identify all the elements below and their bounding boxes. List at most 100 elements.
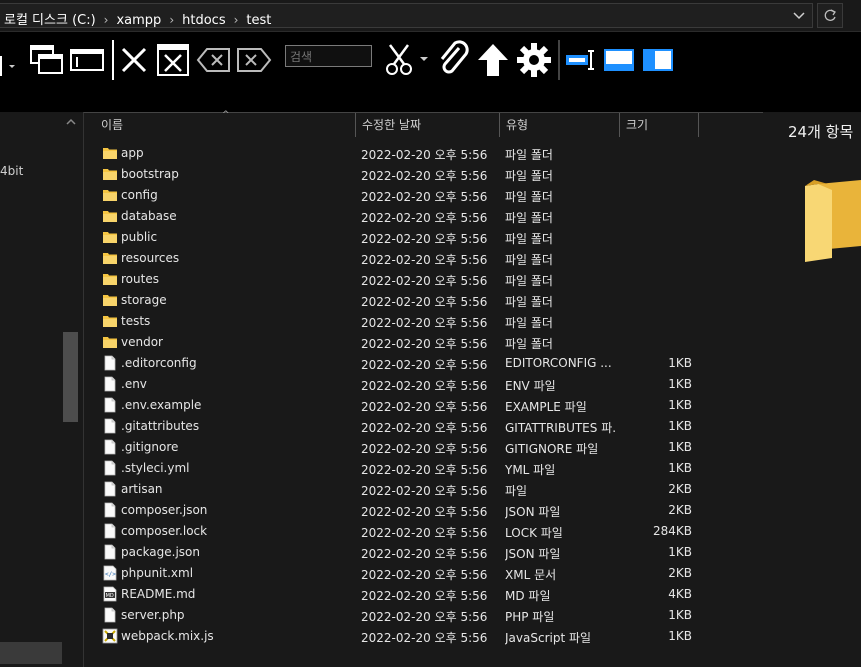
breadcrumb-item-xampp[interactable]: xampp xyxy=(116,13,161,28)
file-name[interactable]: .env.example xyxy=(121,398,201,412)
file-date: 2022-02-20 오후 5:56 xyxy=(361,568,488,582)
file-row[interactable]: .gitignore 2022-02-20 오후 5:56 GITIGNORE 파일… xyxy=(84,437,764,458)
nav-scrollbar-thumb[interactable] xyxy=(63,332,78,422)
file-name[interactable]: app xyxy=(121,146,144,160)
file-name[interactable]: .gitignore xyxy=(121,440,178,454)
dropdown-arrow-icon[interactable] xyxy=(0,46,20,86)
address-bar[interactable]: 로컬 디스크 (C:) › xampp › htdocs › test xyxy=(0,3,813,28)
file-name[interactable]: .styleci.yml xyxy=(121,461,189,475)
file-row[interactable]: storage 2022-02-20 오후 5:56 파일 폴더 xyxy=(84,290,764,311)
file-row[interactable]: artisan 2022-02-20 오후 5:56 파일 2KB xyxy=(84,479,764,500)
window-icon[interactable] xyxy=(70,40,104,80)
file-row[interactable]: composer.json 2022-02-20 오후 5:56 JSON 파일 2K… xyxy=(84,500,764,521)
nav-item-label[interactable]: 4bit xyxy=(0,164,23,178)
folder-icon xyxy=(102,145,118,161)
close-window-icon[interactable] xyxy=(156,40,190,80)
file-name[interactable]: public xyxy=(121,230,157,244)
scroll-up-icon[interactable] xyxy=(63,114,79,130)
file-type: GITIGNORE 파일 xyxy=(505,442,599,456)
file-row[interactable]: app 2022-02-20 오후 5:56 파일 폴더 xyxy=(84,143,764,164)
file-row[interactable]: .styleci.yml 2022-02-20 오후 5:56 YML 파일 1KB xyxy=(84,458,764,479)
file-row[interactable]: database 2022-02-20 오후 5:56 파일 폴더 xyxy=(84,206,764,227)
file-type: LOCK 파일 xyxy=(505,526,563,540)
file-name[interactable]: package.json xyxy=(121,545,200,559)
file-row[interactable]: routes 2022-02-20 오후 5:56 파일 폴더 xyxy=(84,269,764,290)
file-name[interactable]: phpunit.xml xyxy=(121,566,193,580)
file-name[interactable]: .gitattributes xyxy=(121,419,199,433)
file-row[interactable]: .editorconfig 2022-02-20 오후 5:56 EDITORCON… xyxy=(84,353,764,374)
file-row[interactable]: MD README.md 2022-02-20 오후 5:56 MD 파일 4KB xyxy=(84,584,764,605)
breadcrumb-item-htdocs[interactable]: htdocs xyxy=(182,13,225,28)
file-name[interactable]: resources xyxy=(121,251,179,265)
new-window-icon[interactable] xyxy=(30,40,64,80)
file-row[interactable]: composer.lock 2022-02-20 오후 5:56 LOCK 파일 28… xyxy=(84,521,764,542)
column-header-name[interactable]: 이름 xyxy=(101,116,123,133)
file-row[interactable]: public 2022-02-20 오후 5:56 파일 폴더 xyxy=(84,227,764,248)
column-header-type[interactable]: 유형 xyxy=(506,116,528,133)
file-name[interactable]: routes xyxy=(121,272,159,286)
nav-scrollbar[interactable] xyxy=(62,112,80,667)
close-x-icon[interactable] xyxy=(119,40,149,80)
file-row[interactable]: resources 2022-02-20 오후 5:56 파일 폴더 xyxy=(84,248,764,269)
file-name[interactable]: vendor xyxy=(121,335,163,349)
file-row[interactable]: bootstrap 2022-02-20 오후 5:56 파일 폴더 xyxy=(84,164,764,185)
delete-icon[interactable] xyxy=(236,40,272,80)
file-type: PHP 파일 xyxy=(505,610,555,624)
column-divider[interactable] xyxy=(619,113,620,137)
file-name[interactable]: tests xyxy=(121,314,150,328)
file-name[interactable]: artisan xyxy=(121,482,163,496)
file-name[interactable]: database xyxy=(121,209,177,223)
gear-icon[interactable] xyxy=(516,40,552,80)
file-row[interactable]: .gitattributes 2022-02-20 오후 5:56 GITATTRI… xyxy=(84,416,764,437)
refresh-button[interactable] xyxy=(817,3,843,28)
file-type: 파일 폴더 xyxy=(505,253,553,267)
resize-icon[interactable] xyxy=(565,40,595,80)
file-name[interactable]: composer.lock xyxy=(121,524,207,538)
file-row[interactable]: webpack.mix.js 2022-02-20 오후 5:56 JavaScri… xyxy=(84,626,764,647)
layout-top-icon[interactable] xyxy=(604,40,634,80)
nav-hscrollbar[interactable] xyxy=(0,642,62,664)
file-name[interactable]: bootstrap xyxy=(121,167,179,181)
paperclip-icon[interactable] xyxy=(437,40,471,80)
backspace-icon[interactable] xyxy=(196,40,232,80)
file-date: 2022-02-20 오후 5:56 xyxy=(361,379,488,393)
column-header-row: ^ 이름 수정한 날짜 유형 크기 xyxy=(84,110,764,137)
column-divider[interactable] xyxy=(499,113,500,137)
chevron-down-icon[interactable] xyxy=(792,8,806,22)
file-name[interactable]: .env xyxy=(121,377,147,391)
file-name[interactable]: webpack.mix.js xyxy=(121,629,214,643)
file-row[interactable]: tests 2022-02-20 오후 5:56 파일 폴더 xyxy=(84,311,764,332)
file-row[interactable]: .env 2022-02-20 오후 5:56 ENV 파일 1KB xyxy=(84,374,764,395)
file-row[interactable]: config 2022-02-20 오후 5:56 파일 폴더 xyxy=(84,185,764,206)
file-date: 2022-02-20 오후 5:56 xyxy=(361,190,488,204)
breadcrumb-item-drive[interactable]: 로컬 디스크 (C:) xyxy=(4,13,96,28)
column-divider[interactable] xyxy=(355,113,356,137)
folder-icon xyxy=(102,313,118,329)
file-type: 파일 폴더 xyxy=(505,232,553,246)
layout-split-icon[interactable] xyxy=(643,40,673,80)
column-header-size[interactable]: 크기 xyxy=(626,116,648,133)
file-name[interactable]: README.md xyxy=(121,587,195,601)
file-row[interactable]: package.json 2022-02-20 오후 5:56 JSON 파일 1KB xyxy=(84,542,764,563)
file-name[interactable]: server.php xyxy=(121,608,185,622)
file-row[interactable]: </> phpunit.xml 2022-02-20 오후 5:56 XML 문서 2K… xyxy=(84,563,764,584)
file-date: 2022-02-20 오후 5:56 xyxy=(361,400,488,414)
file-row[interactable]: server.php 2022-02-20 오후 5:56 PHP 파일 1KB xyxy=(84,605,764,626)
column-header-date[interactable]: 수정한 날짜 xyxy=(362,116,421,133)
file-row[interactable]: vendor 2022-02-20 오후 5:56 파일 폴더 xyxy=(84,332,764,353)
file-name[interactable]: .editorconfig xyxy=(121,356,197,370)
file-size: 2KB xyxy=(668,566,692,580)
file-icon xyxy=(102,439,118,455)
navigation-pane: 4bit xyxy=(0,112,80,667)
file-name[interactable]: config xyxy=(121,188,158,202)
breadcrumb-item-test[interactable]: test xyxy=(246,13,271,28)
toolbar-divider xyxy=(558,40,560,80)
file-name[interactable]: storage xyxy=(121,293,167,307)
file-name[interactable]: composer.json xyxy=(121,503,207,517)
upload-arrow-icon[interactable] xyxy=(476,40,510,80)
scissors-icon[interactable] xyxy=(384,40,430,80)
file-size: 2KB xyxy=(668,503,692,517)
column-divider[interactable] xyxy=(698,113,699,137)
file-row[interactable]: .env.example 2022-02-20 오후 5:56 EXAMPLE 파일… xyxy=(84,395,764,416)
search-input[interactable] xyxy=(285,45,372,67)
